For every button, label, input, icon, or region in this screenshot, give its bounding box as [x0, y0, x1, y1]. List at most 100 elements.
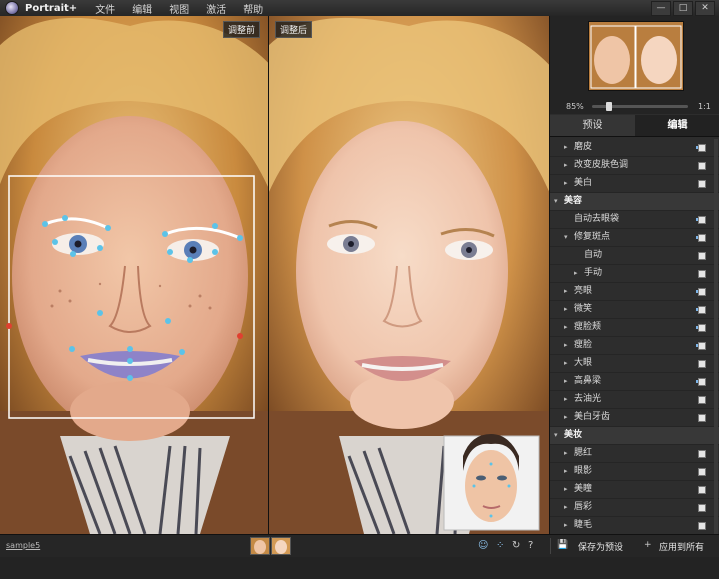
adjustment-item[interactable]: ▸ 唇彩 — [550, 499, 719, 517]
adjustment-item[interactable]: ▾ 修复斑点 — [550, 229, 719, 247]
adjustment-item[interactable]: ▸ 磨皮 — [550, 139, 719, 157]
chevron-right-icon[interactable]: ▸ — [564, 517, 568, 534]
chevron-right-icon[interactable]: ▸ — [564, 463, 568, 480]
adjustment-toggle[interactable] — [698, 378, 706, 386]
chevron-down-icon[interactable]: ▾ — [554, 193, 558, 210]
adjustment-item[interactable]: ▸ 美瞳 — [550, 481, 719, 499]
chevron-right-icon[interactable]: ▸ — [564, 391, 568, 408]
adjustment-toggle[interactable] — [698, 180, 706, 188]
minimize-button[interactable]: — — [651, 1, 671, 16]
chevron-right-icon[interactable]: ▸ — [564, 409, 568, 426]
face-detect-icon[interactable]: ☺ — [478, 540, 488, 551]
adjustment-item[interactable]: ▸ 瘦脸 — [550, 337, 719, 355]
adjustment-item[interactable]: ▸ 微笑 — [550, 301, 719, 319]
adjustment-toggle[interactable] — [698, 324, 706, 332]
window-controls: — □ ✕ — [651, 1, 715, 16]
save-icon[interactable]: 💾 — [557, 540, 568, 550]
tab-edit[interactable]: 编辑 — [635, 115, 719, 137]
menu-help[interactable]: 帮助 — [243, 1, 263, 16]
adjustment-label: 自动去眼袋 — [574, 214, 620, 224]
zoom-ratio-button[interactable]: 1:1 — [698, 102, 711, 111]
adjustment-item[interactable]: ▸ 腮红 — [550, 445, 719, 463]
adjustment-item[interactable]: ▸ 瘦脸颊 — [550, 319, 719, 337]
after-label: 调整后 — [275, 21, 313, 38]
menu-file[interactable]: 文件 — [95, 1, 115, 16]
menu-edit[interactable]: 编辑 — [132, 1, 152, 16]
thumbnail-before[interactable] — [250, 537, 270, 555]
points-icon[interactable]: ⁘ — [496, 540, 504, 551]
chevron-right-icon[interactable]: ▸ — [564, 157, 568, 174]
thumbnail-after[interactable] — [271, 537, 291, 555]
adjustment-toggle[interactable] — [698, 504, 706, 512]
adjustment-toggle[interactable] — [698, 468, 706, 476]
chevron-down-icon[interactable]: ▾ — [564, 229, 568, 246]
adjustment-item[interactable]: ▸ 美白牙齿 — [550, 409, 719, 427]
chevron-right-icon[interactable]: ▸ — [564, 283, 568, 300]
adjustment-toggle[interactable] — [698, 234, 706, 242]
zoom-slider-knob[interactable] — [606, 101, 612, 111]
adjustment-toggle[interactable] — [698, 162, 706, 170]
zoom-slider[interactable] — [592, 101, 688, 111]
adjustment-label: 美瞳 — [574, 484, 593, 494]
adjustment-toggle[interactable] — [698, 342, 706, 350]
chevron-right-icon[interactable]: ▸ — [564, 373, 568, 390]
save-preset-button[interactable]: 保存为预设 — [578, 540, 623, 553]
adjustment-item[interactable]: ▸ 眼影 — [550, 463, 719, 481]
adjustment-item[interactable]: 自动 — [550, 247, 719, 265]
tab-presets[interactable]: 预设 — [550, 115, 635, 137]
chevron-right-icon[interactable]: ▸ — [564, 319, 568, 336]
chevron-down-icon[interactable]: ▾ — [554, 427, 558, 444]
menu-activate[interactable]: 激活 — [206, 1, 226, 16]
adjustment-item[interactable]: ▸ 大眼 — [550, 355, 719, 373]
adjustment-toggle[interactable] — [698, 252, 706, 260]
adjustment-section[interactable]: ▾ 美妆 — [550, 427, 719, 445]
adjustment-item[interactable]: ▸ 手动 — [550, 265, 719, 283]
adjustment-label: 修复斑点 — [574, 232, 611, 242]
after-portrait-image — [269, 16, 549, 534]
menu-view[interactable]: 视图 — [169, 1, 189, 16]
adjustment-toggle[interactable] — [698, 306, 706, 314]
adjustment-toggle[interactable] — [698, 270, 706, 278]
chevron-right-icon[interactable]: ▸ — [564, 355, 568, 372]
adjustment-item[interactable]: ▸ 亮眼 — [550, 283, 719, 301]
chevron-right-icon[interactable]: ▸ — [564, 337, 568, 354]
rotate-icon[interactable]: ↻ — [512, 540, 520, 551]
navigator-thumbnail[interactable] — [588, 21, 684, 91]
after-photo[interactable]: 调整后 — [269, 16, 549, 534]
sample-file-link[interactable]: sample5 — [6, 541, 40, 550]
adjustment-toggle[interactable] — [698, 216, 706, 224]
adjustment-toggle[interactable] — [698, 144, 706, 152]
adjustment-scrollbar[interactable] — [714, 139, 718, 534]
adjustment-item[interactable]: ▸ 美白 — [550, 175, 719, 193]
app-title: Portrait+ — [25, 2, 78, 14]
before-photo[interactable]: 调整前 — [0, 16, 268, 534]
chevron-right-icon[interactable]: ▸ — [564, 445, 568, 462]
thumbnail-before-image — [251, 538, 269, 554]
before-label: 调整前 — [222, 21, 260, 38]
adjustment-toggle[interactable] — [698, 450, 706, 458]
adjustment-item[interactable]: 自动去眼袋 — [550, 211, 719, 229]
adjustment-item[interactable]: ▸ 高鼻梁 — [550, 373, 719, 391]
chevron-right-icon[interactable]: ▸ — [564, 499, 568, 516]
chevron-right-icon[interactable]: ▸ — [564, 175, 568, 192]
adjustment-toggle[interactable] — [698, 396, 706, 404]
chevron-right-icon[interactable]: ▸ — [564, 139, 568, 156]
adjustment-toggle[interactable] — [698, 522, 706, 530]
adjustment-label: 自动 — [584, 250, 603, 260]
adjustment-item[interactable]: ▸ 睫毛 — [550, 517, 719, 535]
adjustment-section[interactable]: ▾ 美容 — [550, 193, 719, 211]
adjustment-toggle[interactable] — [698, 288, 706, 296]
adjustment-item[interactable]: ▸ 改变皮肤色调 — [550, 157, 719, 175]
maximize-button[interactable]: □ — [673, 1, 693, 16]
adjustment-toggle[interactable] — [698, 360, 706, 368]
apply-all-button[interactable]: 应用到所有 — [659, 540, 704, 553]
chevron-right-icon[interactable]: ▸ — [564, 481, 568, 498]
add-icon[interactable]: + — [644, 540, 652, 550]
chevron-right-icon[interactable]: ▸ — [564, 301, 568, 318]
adjustment-toggle[interactable] — [698, 486, 706, 494]
adjustment-item[interactable]: ▸ 去油光 — [550, 391, 719, 409]
chevron-right-icon[interactable]: ▸ — [574, 265, 578, 282]
close-button[interactable]: ✕ — [695, 1, 715, 16]
adjustment-toggle[interactable] — [698, 414, 706, 422]
help-icon[interactable]: ? — [528, 540, 533, 551]
